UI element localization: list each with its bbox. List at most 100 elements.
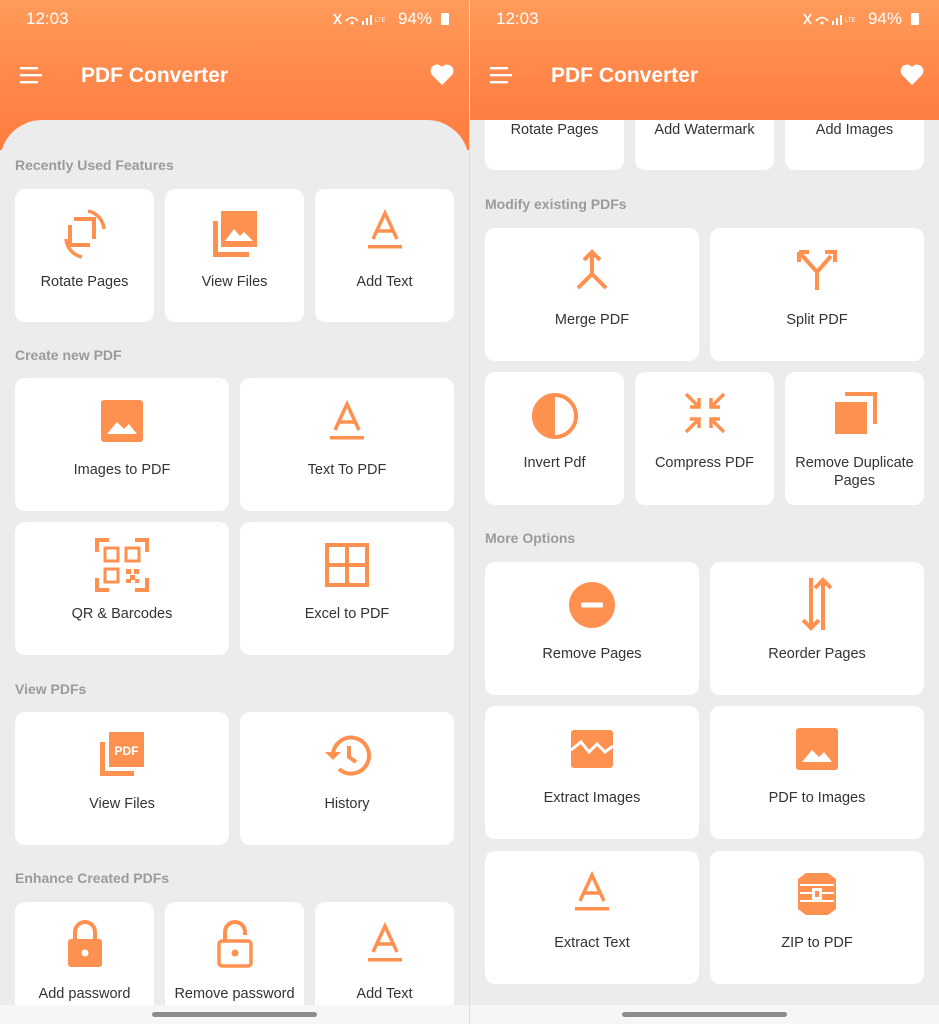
section-view-header: View PDFs: [15, 681, 87, 697]
status-time: 12:03: [26, 9, 69, 28]
section-create-header: Create new PDF: [15, 347, 122, 363]
battery-icon: [441, 13, 449, 25]
status-icons: LTE: [332, 12, 392, 26]
invert-icon: [531, 393, 578, 439]
card-label: Excel to PDF: [304, 606, 390, 622]
card-label: View Files: [89, 796, 155, 812]
status-bar: 12:03 LTE 94%: [0, 0, 469, 40]
card-label: Remove Duplicate Pages: [795, 455, 914, 489]
broken-image-icon: [570, 730, 614, 768]
reorder-pages-card[interactable]: Reorder Pages: [710, 562, 924, 695]
card-label: Extract Text: [554, 935, 630, 951]
battery-percent: 94%: [867, 9, 902, 28]
card-label: Remove Pages: [542, 646, 642, 662]
split-icon: [797, 250, 837, 290]
pdf-file-icon: PDF: [100, 732, 144, 776]
home-indicator[interactable]: [622, 1012, 787, 1017]
image-icon: [796, 728, 838, 770]
qr-icon: [95, 538, 149, 592]
battery-percent: 94%: [397, 9, 432, 28]
remove-pages-card[interactable]: Remove Pages: [485, 562, 699, 695]
card-label: View Files: [201, 274, 268, 290]
image-icon: [101, 400, 143, 442]
app-bar-overlay: PDF Converter: [470, 52, 939, 102]
pdf-to-images-card[interactable]: PDF to Images: [710, 706, 924, 839]
card-label: History: [324, 796, 370, 812]
merge-icon: [576, 249, 608, 290]
card-label: ZIP to PDF: [781, 935, 853, 951]
card-label: Add Images: [815, 122, 894, 138]
text-to-pdf-card[interactable]: Text To PDF: [240, 378, 454, 511]
section-enhance-header: Enhance Created PDFs: [15, 870, 170, 886]
merge-pdf-card[interactable]: Merge PDF: [485, 228, 699, 361]
invert-pdf-card[interactable]: Invert Pdf: [485, 372, 624, 505]
status-bar: 12:03 LTE 94%: [470, 0, 939, 40]
qr-barcodes-card[interactable]: QR & Barcodes: [15, 522, 229, 655]
battery-icon: [911, 13, 919, 25]
card-label: Invert Pdf: [523, 455, 586, 471]
history-icon: [325, 735, 371, 776]
app-title: PDF Converter: [81, 64, 229, 87]
card-label: Remove password: [174, 986, 295, 1002]
card-label: Rotate Pages: [510, 122, 599, 138]
signal-icon: LTE: [803, 13, 856, 25]
svg-text:PDF: PDF: [115, 744, 139, 758]
gallery-icon: [212, 211, 257, 257]
recent-view-files-card[interactable]: View Files: [165, 189, 304, 322]
status-icons: LTE: [802, 12, 862, 26]
svg-text:LTE: LTE: [375, 18, 386, 24]
recent-rotate-pages-card[interactable]: Rotate Pages: [15, 189, 154, 322]
compress-pdf-card[interactable]: Compress PDF: [635, 372, 774, 505]
excel-to-pdf-card[interactable]: Excel to PDF: [240, 522, 454, 655]
card-label: Add Text: [356, 274, 413, 290]
section-more-header: More Options: [485, 530, 576, 546]
heart-icon[interactable]: [899, 63, 925, 87]
section-recent-header: Recently Used Features: [15, 157, 174, 173]
svg-text:LTE: LTE: [845, 18, 856, 24]
card-label: Rotate Pages: [40, 274, 129, 290]
card-label: Text To PDF: [307, 462, 387, 478]
right-screen: 12:03 LTE 94% PDF Converter Rotate Pages…: [470, 0, 939, 1024]
section-modify-header: Modify existing PDFs: [485, 196, 627, 212]
card-label: Add password: [38, 986, 131, 1002]
duplicate-icon: [834, 392, 877, 434]
recent-add-text-card[interactable]: Add Text: [315, 189, 454, 322]
card-label: Reorder Pages: [768, 646, 866, 662]
status-time: 12:03: [496, 9, 539, 28]
remove-duplicate-pages-card[interactable]: Remove Duplicate Pages: [785, 372, 924, 505]
card-label: Compress PDF: [654, 455, 755, 471]
rotate-icon: [63, 209, 106, 259]
card-label: Split PDF: [786, 312, 848, 328]
unlock-icon: [216, 920, 253, 968]
left-screen: 12:03 LTE 94% PDF Converter Recently Use…: [0, 0, 469, 1024]
menu-icon[interactable]: [490, 65, 512, 85]
reorder-icon: [801, 577, 833, 631]
app-title: PDF Converter: [551, 64, 699, 87]
menu-icon[interactable]: [20, 65, 42, 85]
text-icon: [575, 870, 609, 911]
card-label: Images to PDF: [73, 462, 171, 478]
zip-to-pdf-card[interactable]: ZIP to PDF: [710, 851, 924, 984]
home-indicator[interactable]: [152, 1012, 317, 1017]
images-to-pdf-card[interactable]: Images to PDF: [15, 378, 229, 511]
extract-text-card[interactable]: Extract Text: [485, 851, 699, 984]
card-label: PDF to Images: [768, 790, 866, 806]
compress-icon: [684, 392, 725, 434]
history-card[interactable]: History: [240, 712, 454, 845]
card-label: Add Text: [356, 986, 413, 1002]
text-icon: [367, 208, 402, 249]
app-bar: PDF Converter: [0, 52, 469, 102]
heart-icon[interactable]: [429, 63, 455, 87]
text-icon: [330, 399, 364, 440]
signal-icon: LTE: [333, 13, 386, 25]
lock-icon: [67, 920, 102, 967]
card-label: Add Watermark: [654, 122, 755, 138]
view-files-card[interactable]: PDF View Files: [15, 712, 229, 845]
card-label: Merge PDF: [554, 312, 630, 328]
text-icon: [367, 921, 402, 962]
split-pdf-card[interactable]: Split PDF: [710, 228, 924, 361]
card-label: Extract Images: [543, 790, 641, 806]
grid-icon: [325, 543, 369, 587]
extract-images-card[interactable]: Extract Images: [485, 706, 699, 839]
zip-icon: [798, 873, 836, 915]
